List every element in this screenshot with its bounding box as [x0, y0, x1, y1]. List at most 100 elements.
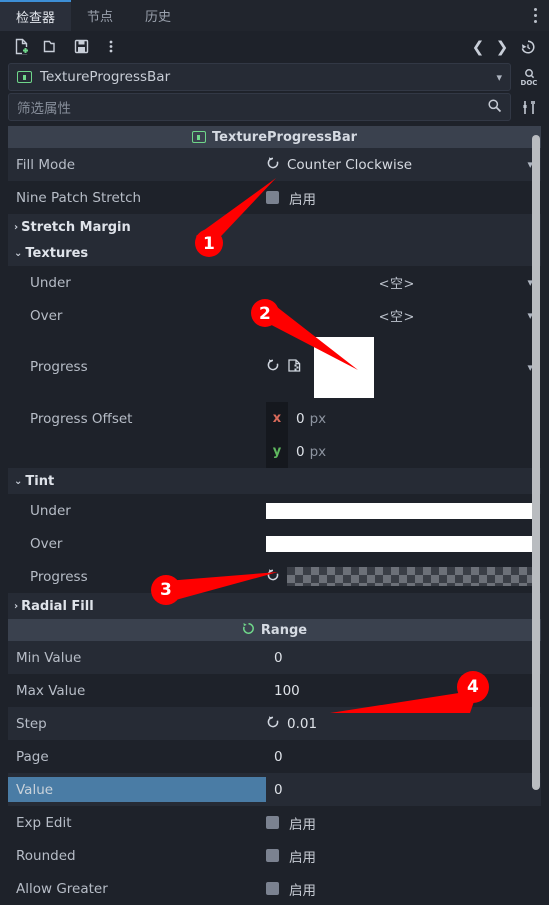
checkbox-unchecked-icon[interactable] [266, 849, 279, 862]
property-row-textures-over: Over <空> ▾ [8, 299, 541, 332]
property-label: Under [30, 274, 71, 291]
filter-row: 筛选属性 [0, 92, 549, 122]
page-field[interactable]: 0 [274, 749, 283, 765]
property-value[interactable]: Counter Clockwise ▾ [266, 148, 541, 181]
svg-text:DOC: DOC [521, 79, 538, 87]
property-value[interactable] [266, 560, 541, 593]
inspector-toolbar: ❮ ❯ [0, 31, 549, 62]
object-header: TextureProgressBar [8, 126, 541, 148]
texture-preview-swatch[interactable] [314, 336, 374, 398]
property-row-max-value: Max Value 100 [8, 674, 541, 707]
property-row-textures-under: Under <空> ▾ [8, 266, 541, 299]
group-textures[interactable]: ⌄ Textures [8, 240, 541, 266]
object-header-title: TextureProgressBar [211, 129, 357, 145]
tab-history[interactable]: 历史 [129, 0, 187, 31]
property-value[interactable]: <空> ▾ [266, 266, 541, 299]
property-label: Rounded [16, 847, 76, 864]
object-tools-icon[interactable] [517, 94, 541, 120]
property-value[interactable]: 0 [266, 773, 541, 806]
color-swatch[interactable] [266, 502, 533, 519]
property-label: Nine Patch Stretch [16, 189, 142, 206]
quick-load-texture-icon[interactable] [287, 358, 302, 377]
property-label: Max Value [16, 682, 86, 699]
property-label: Allow Greater [16, 880, 108, 897]
group-label: Radial Fill [21, 598, 94, 614]
toolbar-more-icon[interactable] [98, 34, 124, 59]
checkbox-unchecked-icon[interactable] [266, 191, 279, 204]
filter-properties-input[interactable]: 筛选属性 [8, 93, 511, 121]
chevron-right-icon[interactable]: ❯ [491, 38, 513, 56]
property-label: Min Value [16, 649, 82, 666]
property-row-page: Page 0 [8, 740, 541, 773]
revert-icon[interactable] [266, 715, 280, 733]
group-radial-fill[interactable]: › Radial Fill [8, 593, 541, 619]
property-row-min-value: Min Value 0 [8, 641, 541, 674]
value-field[interactable]: 0 [274, 782, 283, 798]
color-swatch[interactable] [266, 535, 533, 552]
group-tint[interactable]: ⌄ Tint [8, 468, 541, 494]
checkbox-label: 启用 [289, 191, 316, 208]
chevron-right-icon: › [14, 221, 19, 233]
node-selector[interactable]: TextureProgressBar ▾ [8, 63, 511, 91]
tab-inspector[interactable]: 检查器 [0, 0, 72, 31]
new-resource-icon[interactable] [8, 34, 34, 59]
checkbox-unchecked-icon[interactable] [266, 816, 279, 829]
annotation-number-1: 1 [203, 234, 215, 254]
revert-icon[interactable] [266, 156, 280, 174]
property-label: Progress [30, 568, 88, 585]
kebab-menu-icon[interactable] [521, 0, 549, 31]
chevron-down-icon[interactable]: ▾ [496, 71, 502, 84]
resource-empty-value: <空> [378, 277, 415, 292]
open-docs-icon[interactable]: DOC [517, 64, 541, 90]
property-value[interactable]: 启用 [266, 181, 541, 214]
vector2-y-value: 0 [296, 443, 305, 460]
property-row-progress-offset-y: y 0 px [8, 435, 541, 468]
property-row-fill-mode: Fill Mode Counter Clockwise ▾ [8, 148, 541, 181]
property-label-selected[interactable]: Value [8, 777, 266, 802]
scrollbar-thumb[interactable] [532, 135, 540, 790]
fill-mode-value: Counter Clockwise [287, 156, 413, 173]
property-row-textures-progress: Progress ▾ [8, 332, 541, 402]
property-value[interactable]: <空> ▾ [266, 299, 541, 332]
chevron-down-icon: ⌄ [14, 475, 23, 487]
property-value[interactable]: 0 [266, 740, 541, 773]
revert-icon[interactable] [266, 358, 280, 376]
property-label: Over [30, 307, 63, 324]
property-value[interactable]: 0.01 [266, 707, 541, 740]
property-value[interactable] [266, 494, 541, 527]
annotation-number-3: 3 [160, 580, 172, 600]
property-value[interactable]: 启用 [266, 839, 541, 872]
group-stretch-margin[interactable]: › Stretch Margin [8, 214, 541, 240]
property-value[interactable]: 启用 [266, 806, 541, 839]
property-value[interactable]: ▾ [266, 332, 541, 402]
vector2-y-field[interactable]: y 0 px [266, 435, 541, 468]
tab-node[interactable]: 节点 [71, 0, 129, 31]
property-label: Page [16, 748, 49, 765]
property-value[interactable] [266, 527, 541, 560]
property-value[interactable]: 启用 [266, 872, 541, 905]
color-swatch-transparent[interactable] [287, 567, 533, 586]
search-icon[interactable] [487, 98, 502, 117]
tab-inspector-label: 检查器 [16, 11, 56, 26]
property-row-tint-under: Under [8, 494, 541, 527]
property-label: Fill Mode [16, 156, 76, 173]
max-value-field[interactable]: 100 [274, 683, 300, 699]
revert-icon[interactable] [266, 568, 280, 586]
folder-open-icon[interactable] [38, 34, 64, 59]
vector2-x-field[interactable]: x 0 px [266, 402, 541, 435]
texture-progress-bar-icon [17, 71, 32, 83]
property-row-nine-patch-stretch: Nine Patch Stretch 启用 [8, 181, 541, 214]
checkbox-unchecked-icon[interactable] [266, 882, 279, 895]
inspector-properties: TextureProgressBar Fill Mode Counter Clo… [0, 126, 549, 905]
property-label: Progress [30, 359, 88, 375]
property-value[interactable]: 0 [266, 641, 541, 674]
property-value[interactable]: 100 [266, 674, 541, 707]
min-value-field[interactable]: 0 [274, 650, 283, 666]
chevron-left-icon[interactable]: ❮ [467, 38, 489, 56]
unit-label: px [309, 410, 327, 427]
step-field[interactable]: 0.01 [287, 716, 317, 732]
tab-bar: 检查器 节点 历史 [0, 0, 549, 31]
unit-label: px [309, 443, 327, 460]
save-icon[interactable] [68, 34, 94, 59]
history-icon[interactable] [515, 34, 541, 59]
